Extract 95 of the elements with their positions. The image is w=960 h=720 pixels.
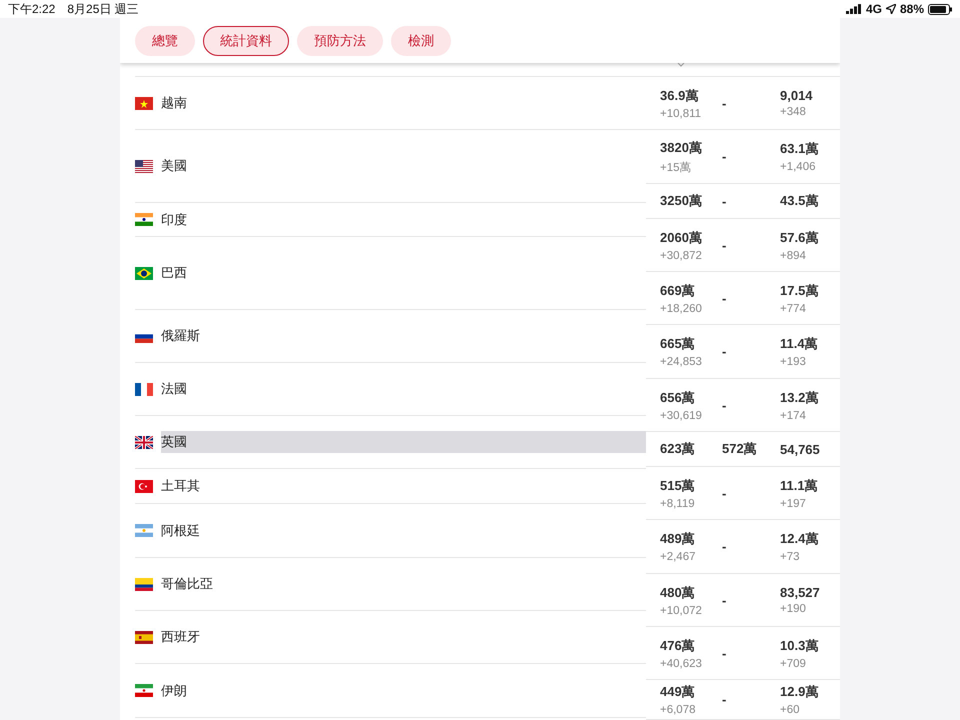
country-name[interactable]: 印度 [161, 208, 646, 230]
table-cell-text: - [722, 96, 728, 110]
change-value: +774 [780, 302, 807, 314]
signal-icon [846, 4, 862, 14]
table-cell-text: 12.9萬 [780, 683, 820, 701]
table-cell-text: - [722, 646, 728, 660]
change-value: +10,811 [660, 108, 702, 120]
table-cell-text: 12.4萬 [780, 530, 820, 548]
change-value: +73 [780, 551, 801, 563]
change-value: +894 [780, 250, 807, 262]
battery-icon [928, 4, 952, 14]
status-time: 下午2:22 [8, 0, 56, 18]
table-cell-text: 3820萬 [660, 138, 703, 156]
table-cell-text: - [722, 238, 728, 252]
table-cell-text: 54,765 [780, 442, 821, 456]
table-cell-text: - [722, 692, 728, 707]
battery-percent: 88% [900, 2, 924, 16]
table-cell-text: - [722, 592, 728, 608]
table-cell-text: 656萬 [660, 388, 696, 406]
table-cell-text: 489萬 [660, 530, 696, 548]
change-value: +30,872 [660, 250, 703, 262]
table-cell-text: - [722, 149, 728, 164]
country-name[interactable]: 西班牙 [161, 626, 646, 648]
table-cell-text: 2060萬 [660, 228, 703, 246]
country-name[interactable]: 土耳其 [161, 475, 646, 497]
table-cell-text: 36.9萬 [660, 86, 700, 104]
table-cell-text: - [722, 398, 728, 412]
change-value: +60 [780, 704, 801, 716]
table-cell-text: 17.5萬 [780, 282, 820, 300]
change-value: +174 [780, 410, 807, 422]
table-cell-text: 13.2萬 [780, 388, 820, 406]
table-cell-text: 515萬 [660, 476, 696, 494]
flag-icon [135, 160, 153, 172]
country-name[interactable]: 俄羅斯 [161, 325, 646, 347]
flag-icon [135, 266, 153, 280]
flag-icon [135, 213, 153, 226]
country-name[interactable]: 巴西 [161, 262, 646, 284]
tab[interactable]: 檢測 [391, 26, 451, 56]
change-value: +709 [780, 658, 807, 670]
change-value: +197 [780, 498, 807, 510]
country-name[interactable]: 伊朗 [161, 680, 646, 702]
table-cell-text: 669萬 [660, 282, 696, 300]
change-value: +10,072 [660, 604, 703, 616]
table-cell-text: 43.5萬 [780, 192, 820, 210]
table-cell-text: 9,014 [780, 88, 814, 103]
change-value: +348 [780, 106, 807, 118]
flag-icon [135, 96, 153, 110]
table-cell-text: - [722, 344, 728, 359]
change-value: +24,853 [660, 356, 703, 368]
network-label: 4G [866, 2, 882, 16]
country-name[interactable]: 法國 [161, 378, 646, 400]
flag-icon [135, 524, 153, 537]
table-cell-text: - [722, 539, 728, 554]
table-cell-text: 623萬 [660, 440, 696, 458]
table-cell-text: 11.1萬 [780, 476, 819, 494]
tab[interactable]: 總覽 [135, 26, 195, 56]
table-cell-text: 449萬 [660, 683, 696, 701]
table-cell-text: - [722, 486, 728, 500]
change-value: +1,406 [780, 161, 816, 173]
country-name[interactable]: 哥倫比亞 [161, 573, 646, 595]
change-value: +15萬 [660, 160, 693, 174]
flag-icon [135, 684, 153, 697]
table-cell-text: 63.1萬 [780, 140, 820, 158]
change-value: +6,078 [660, 704, 696, 716]
table-cell-text: - [722, 194, 728, 208]
change-value: +8,119 [660, 498, 696, 510]
tab[interactable]: 預防方法 [297, 26, 383, 56]
change-value: +190 [780, 603, 807, 615]
table-cell-text: - [722, 290, 728, 306]
location-arrow-icon [886, 4, 896, 14]
country-name[interactable]: 阿根廷 [161, 520, 646, 542]
tab[interactable]: 統計資料 [203, 26, 289, 56]
table-cell-text: 665萬 [660, 335, 696, 353]
flag-icon [135, 480, 153, 492]
table-cell-text: 572萬 [722, 440, 758, 458]
country-name[interactable]: 美國 [161, 155, 646, 177]
table-cell-text: 10.3萬 [780, 636, 820, 654]
change-value: +18,260 [660, 302, 703, 314]
flag-icon [135, 578, 153, 590]
change-value: +40,623 [660, 658, 703, 670]
table-cell-text: 480萬 [660, 584, 696, 602]
table-cell-text: 57.6萬 [780, 228, 820, 246]
table-cell-text: 11.4萬 [780, 335, 819, 353]
change-value: +2,467 [660, 551, 696, 563]
table-cell-text: 476萬 [660, 636, 696, 654]
flag-icon [135, 630, 153, 644]
flag-icon [135, 436, 153, 448]
country-name[interactable]: 越南 [161, 92, 646, 114]
country-name[interactable]: 英國 [161, 431, 646, 453]
status-date: 8月25日 週三 [67, 0, 139, 18]
change-value: +193 [780, 356, 807, 368]
flag-icon [135, 382, 153, 396]
change-value: +30,619 [660, 410, 703, 422]
table-cell-text: 83,527 [780, 585, 821, 600]
table-cell-text: 3250萬 [660, 192, 703, 210]
